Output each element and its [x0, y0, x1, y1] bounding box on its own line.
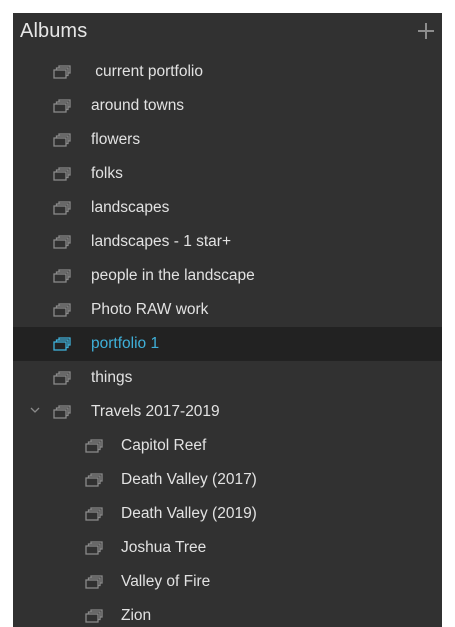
- album-item[interactable]: Photo RAW work: [13, 293, 442, 327]
- album-tree: current portfolio around towns flowers folk…: [13, 55, 442, 627]
- sub-album-item[interactable]: Valley of Fire: [13, 565, 442, 599]
- album-item[interactable]: flowers: [13, 123, 442, 157]
- album-stack-icon: [53, 405, 71, 419]
- album-label: things: [91, 369, 133, 386]
- album-stack-icon: [85, 473, 103, 487]
- album-item[interactable]: around towns: [13, 89, 442, 123]
- album-stack-icon: [85, 609, 103, 623]
- album-label: landscapes: [91, 199, 170, 216]
- album-stack-icon: [53, 99, 71, 113]
- album-stack-icon: [53, 235, 71, 249]
- album-item[interactable]: folks: [13, 157, 442, 191]
- album-label: folks: [91, 165, 123, 182]
- album-label: Photo RAW work: [91, 301, 209, 318]
- album-label: Valley of Fire: [121, 573, 211, 590]
- album-label: Travels 2017-2019: [91, 403, 220, 420]
- album-stack-icon: [53, 133, 71, 147]
- album-label: people in the landscape: [91, 267, 255, 284]
- album-label: portfolio 1: [91, 335, 160, 352]
- album-stack-icon: [85, 575, 103, 589]
- album-stack-icon: [85, 507, 103, 521]
- sub-album-item[interactable]: Death Valley (2019): [13, 497, 442, 531]
- album-stack-icon: [53, 167, 71, 181]
- sub-album-item[interactable]: Zion: [13, 599, 442, 627]
- sub-album-item[interactable]: Capitol Reef: [13, 429, 442, 463]
- album-stack-icon: [53, 201, 71, 215]
- albums-header: Albums: [13, 13, 442, 55]
- album-stack-icon: [53, 269, 71, 283]
- album-label: Death Valley (2019): [121, 505, 257, 522]
- album-item[interactable]: landscapes: [13, 191, 442, 225]
- album-item[interactable]: things: [13, 361, 442, 395]
- album-label: flowers: [91, 131, 141, 148]
- sub-album-item[interactable]: Death Valley (2017): [13, 463, 442, 497]
- album-label: Death Valley (2017): [121, 471, 257, 488]
- album-stack-icon: [53, 303, 71, 317]
- sub-album-item[interactable]: Joshua Tree: [13, 531, 442, 565]
- album-label: current portfolio: [91, 63, 203, 80]
- album-item[interactable]: current portfolio: [13, 55, 442, 89]
- album-label: Joshua Tree: [121, 539, 207, 556]
- album-label: Zion: [121, 607, 152, 624]
- album-item[interactable]: landscapes - 1 star+: [13, 225, 442, 259]
- albums-title: Albums: [20, 20, 88, 42]
- album-item[interactable]: Travels 2017-2019: [13, 395, 442, 429]
- album-stack-icon: [53, 65, 71, 79]
- albums-panel: Albums current portfolio around towns flow…: [13, 13, 442, 627]
- album-stack-icon: [53, 371, 71, 385]
- add-album-button[interactable]: [416, 21, 436, 41]
- album-item[interactable]: people in the landscape: [13, 259, 442, 293]
- album-stack-icon: [53, 337, 71, 351]
- album-stack-icon: [85, 439, 103, 453]
- album-label: around towns: [91, 97, 185, 114]
- album-stack-icon: [85, 541, 103, 555]
- album-label: landscapes - 1 star+: [91, 233, 232, 250]
- album-label: Capitol Reef: [121, 437, 207, 454]
- album-item[interactable]: portfolio 1: [13, 327, 442, 361]
- chevron-down-icon[interactable]: [30, 406, 40, 414]
